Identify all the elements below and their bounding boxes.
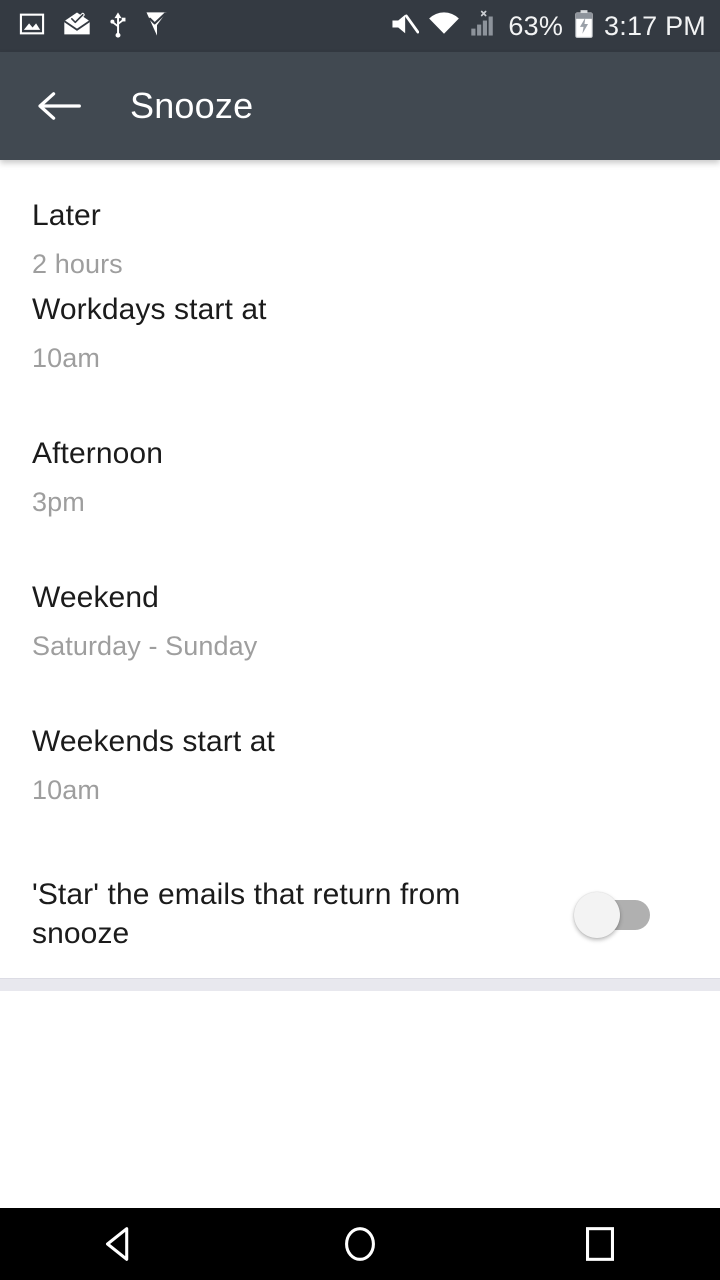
setting-title: Afternoon [32, 437, 163, 470]
usb-icon [108, 10, 128, 43]
checkmark-flag-icon [144, 10, 170, 43]
row-texts: Weekend Saturday - Sunday [32, 578, 257, 664]
photo-icon [18, 10, 46, 43]
circle-home-icon [345, 1227, 375, 1261]
setting-row-workdays-start-at[interactable]: Workdays start at 10am [0, 274, 720, 418]
status-bar: 63% 3:17 PM [0, 0, 720, 52]
row-texts: 'Star' the emails that return from snooz… [32, 875, 562, 953]
setting-title: Weekends start at [32, 725, 275, 758]
row-texts: Afternoon 3pm [32, 434, 163, 520]
settings-content: Later 2 hours Workdays start at 10am Aft… [0, 160, 720, 1208]
setting-row-weekends-start-at[interactable]: Weekends start at 10am [0, 706, 720, 850]
phone-screen: 63% 3:17 PM Snooze Later 2 hours Workday… [0, 0, 720, 1280]
wifi-icon [428, 11, 460, 42]
status-bar-system: 63% 3:17 PM [389, 9, 706, 44]
snooze-settings-list: Later 2 hours Workdays start at 10am Aft… [0, 160, 720, 978]
mail-check-icon [62, 10, 92, 43]
back-nav-button[interactable] [60, 1208, 180, 1280]
back-button[interactable] [32, 79, 86, 133]
arrow-left-icon [38, 92, 81, 120]
status-bar-notifications [18, 10, 170, 43]
row-texts: Weekends start at 10am [32, 722, 275, 808]
setting-row-weekend[interactable]: Weekend Saturday - Sunday [0, 562, 720, 706]
recents-nav-button[interactable] [540, 1208, 660, 1280]
cellular-signal-no-service-icon [469, 9, 499, 44]
setting-row-star-returning-emails[interactable]: 'Star' the emails that return from snooz… [0, 850, 720, 978]
home-nav-button[interactable] [300, 1208, 420, 1280]
battery-charging-icon [573, 9, 595, 44]
battery-percent-label: 63% [508, 10, 564, 41]
setting-value: Saturday - Sunday [32, 631, 258, 661]
setting-title: Later [32, 199, 101, 232]
setting-title: Workdays start at [32, 293, 267, 326]
setting-value: 10am [32, 775, 100, 805]
clock-label: 3:17 PM [604, 10, 706, 41]
star-emails-toggle[interactable] [574, 892, 650, 938]
setting-row-afternoon[interactable]: Afternoon 3pm [0, 418, 720, 562]
mute-icon [389, 10, 420, 43]
setting-title: 'Star' the emails that return from snooz… [32, 878, 461, 950]
row-texts: Workdays start at 10am [32, 290, 267, 376]
app-bar: Snooze [0, 52, 720, 160]
setting-value: 10am [32, 343, 100, 373]
page-title: Snooze [130, 85, 254, 126]
triangle-back-icon [106, 1227, 129, 1261]
row-texts: Later 2 hours [32, 196, 123, 282]
android-navigation-bar [0, 1208, 720, 1280]
empty-area [0, 991, 720, 1156]
toggle-thumb [574, 892, 620, 938]
setting-title: Weekend [32, 581, 159, 614]
square-recents-icon [586, 1227, 614, 1261]
section-divider [0, 978, 720, 991]
setting-value: 3pm [32, 487, 85, 517]
setting-row-later[interactable]: Later 2 hours [0, 174, 720, 279]
